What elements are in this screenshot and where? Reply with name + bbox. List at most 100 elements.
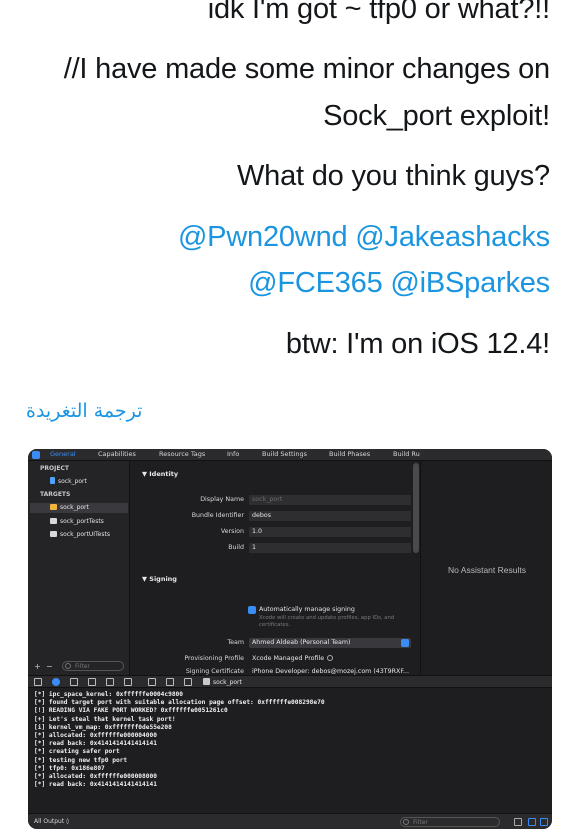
hide-debug-area-icon[interactable] xyxy=(34,678,42,686)
console-line: [*] allocated: 0xffffffe000004000 xyxy=(34,732,157,740)
tweet-line-1: idk I'm got ~ tfp0 or what?!! xyxy=(207,0,550,25)
team-popup-value: Ahmed Aldeab (Personal Team) xyxy=(252,639,351,646)
popup-arrows-icon xyxy=(401,639,409,647)
continue-icon[interactable] xyxy=(88,678,96,686)
debug-target[interactable]: sock_port xyxy=(203,678,242,686)
console-line: [*] found target port with suitable allo… xyxy=(34,699,325,707)
console-line: [*] creating safer port xyxy=(34,748,120,756)
auto-signing-checkbox[interactable] xyxy=(248,606,256,614)
tab-general[interactable]: General xyxy=(50,450,76,458)
display-name-label: Display Name xyxy=(200,496,244,503)
signing-section-header[interactable]: ▼ Signing xyxy=(142,575,177,583)
split-left-icon[interactable] xyxy=(528,818,536,826)
console-line: [*] tfp0: 0x186e807 xyxy=(34,764,105,772)
console-filter-placeholder: Filter xyxy=(413,819,428,826)
project-icon xyxy=(50,477,55,484)
location-icon[interactable] xyxy=(184,678,192,686)
tweet-line-2: //I have made some minor changes on xyxy=(63,53,550,85)
tweet-line-4: What do you think guys? xyxy=(237,160,550,192)
console-line: [+] Let's steal that kernel task port! xyxy=(34,715,176,723)
project-file-icon xyxy=(32,451,40,459)
editor-scrollbar[interactable] xyxy=(413,463,419,553)
project-sidebar: PROJECT sock_port TARGETS sock_port sock… xyxy=(28,461,130,675)
tab-resource-tags[interactable]: Resource Tags xyxy=(159,450,205,458)
xcode-screenshot: General Capabilities Resource Tags Info … xyxy=(28,449,552,829)
sidebar-item-target-tests[interactable]: sock_portTests xyxy=(50,518,104,525)
console-line: [*] ipc_space_kernel: 0xffffffe0004c9800 xyxy=(34,691,184,698)
sidebar-item-label: sock_portUITests xyxy=(60,531,110,538)
sidebar-item-target-app[interactable]: sock_port xyxy=(30,503,128,513)
project-header: PROJECT xyxy=(40,465,69,472)
identity-header-label: Identity xyxy=(149,470,179,478)
step-over-icon[interactable] xyxy=(106,678,114,686)
console-output[interactable]: [*] ipc_space_kernel: 0xffffffe0004c9800… xyxy=(28,688,552,813)
tab-build-settings[interactable]: Build Settings xyxy=(262,450,307,458)
display-name-field[interactable]: sock_port xyxy=(249,495,411,505)
tweet-mentions-1[interactable]: @Pwn20wnd @Jakeashacks xyxy=(178,221,550,254)
team-popup[interactable]: Ahmed Aldeab (Personal Team) xyxy=(249,638,411,648)
sidebar-item-label: sock_port xyxy=(60,504,89,511)
split-right-icon[interactable] xyxy=(540,818,548,826)
tweet-line-7: btw: I'm on iOS 12.4! xyxy=(285,328,550,360)
signing-certificate-label: Signing Certificate xyxy=(185,668,244,675)
bundle-identifier-field[interactable]: debos xyxy=(249,511,411,521)
auto-signing-label: Automatically manage signing xyxy=(259,606,355,613)
filter-icon xyxy=(403,819,409,825)
tab-build-rules[interactable]: Build Ru xyxy=(393,450,420,458)
tweet-line-3: Sock_port exploit! xyxy=(323,100,550,132)
remove-target-button[interactable]: − xyxy=(46,662,53,671)
breakpoints-icon[interactable] xyxy=(52,678,60,686)
build-field[interactable]: 1 xyxy=(249,543,411,553)
console-line: [*] read back: 0x4141414141414141 xyxy=(34,781,157,789)
sidebar-filter-placeholder: Filter xyxy=(75,663,90,670)
bundle-identifier-label: Bundle Identifier xyxy=(191,512,244,519)
sidebar-item-project[interactable]: sock_port xyxy=(50,477,87,485)
test-bundle-icon xyxy=(50,531,57,537)
step-out-icon[interactable] xyxy=(124,678,132,686)
targets-header: TARGETS xyxy=(40,491,71,498)
sidebar-filter-input[interactable]: Filter xyxy=(62,661,124,671)
console-line: [*] allocated: 0xffffffe000008000 xyxy=(34,773,157,781)
auto-signing-description: Xcode will create and update profiles, a… xyxy=(259,615,395,628)
general-settings-editor: ▼ Identity Display Name sock_port Bundle… xyxy=(131,461,412,675)
tab-capabilities[interactable]: Capabilities xyxy=(98,450,136,458)
debug-bar: sock_port xyxy=(28,675,552,688)
sidebar-item-label: sock_port xyxy=(58,478,87,485)
console-line: [!] READING VIA FAKE PORT WORKED? 0xffff… xyxy=(34,707,228,715)
tweet-body: idk I'm got ~ tfp0 or what?!! //I have m… xyxy=(0,0,576,440)
test-bundle-icon xyxy=(50,518,57,524)
team-label: Team xyxy=(227,639,244,646)
signing-header-label: Signing xyxy=(149,575,177,583)
app-target-icon xyxy=(50,504,57,510)
provisioning-profile-value: Xcode Managed Profile xyxy=(249,654,411,664)
build-label: Build xyxy=(228,544,244,551)
memory-graph-icon[interactable] xyxy=(166,678,174,686)
editor-tabs: General Capabilities Resource Tags Info … xyxy=(28,449,552,461)
sidebar-item-label: sock_portTests xyxy=(60,518,104,525)
add-target-button[interactable]: + xyxy=(34,662,41,671)
view-hierarchy-icon[interactable] xyxy=(148,678,156,686)
tab-info[interactable]: Info xyxy=(227,450,239,458)
tweet-mentions-2[interactable]: @FCE365 @iBSparkes xyxy=(248,267,550,300)
app-icon xyxy=(203,678,210,685)
version-label: Version xyxy=(220,528,244,535)
identity-section-header[interactable]: ▼ Identity xyxy=(142,470,178,478)
console-line: [*] testing new tfp0 port xyxy=(34,756,128,764)
provisioning-profile-text: Xcode Managed Profile xyxy=(252,655,325,662)
trash-icon[interactable] xyxy=(514,818,522,826)
info-icon[interactable] xyxy=(327,655,334,661)
console-filter-input[interactable]: Filter xyxy=(400,817,500,827)
no-assistant-results: No Assistant Results xyxy=(448,565,526,575)
filter-icon xyxy=(65,663,71,669)
provisioning-profile-label: Provisioning Profile xyxy=(184,655,244,662)
version-field[interactable]: 1.0 xyxy=(249,527,411,537)
console-line: [i] kernel_vm_map: 0xfffffff0de55e208 xyxy=(34,723,172,731)
console-footer: All Output ◊ Filter xyxy=(28,813,552,829)
assistant-pane: No Assistant Results xyxy=(420,461,552,675)
debug-target-label: sock_port xyxy=(213,679,242,686)
sidebar-item-target-uitests[interactable]: sock_portUITests xyxy=(50,531,110,538)
output-filter-popup[interactable]: All Output ◊ xyxy=(34,818,69,825)
pause-icon[interactable] xyxy=(70,678,78,686)
tab-build-phases[interactable]: Build Phases xyxy=(329,450,370,458)
translate-tweet-link[interactable]: ترجمة التغريدة xyxy=(26,400,142,422)
